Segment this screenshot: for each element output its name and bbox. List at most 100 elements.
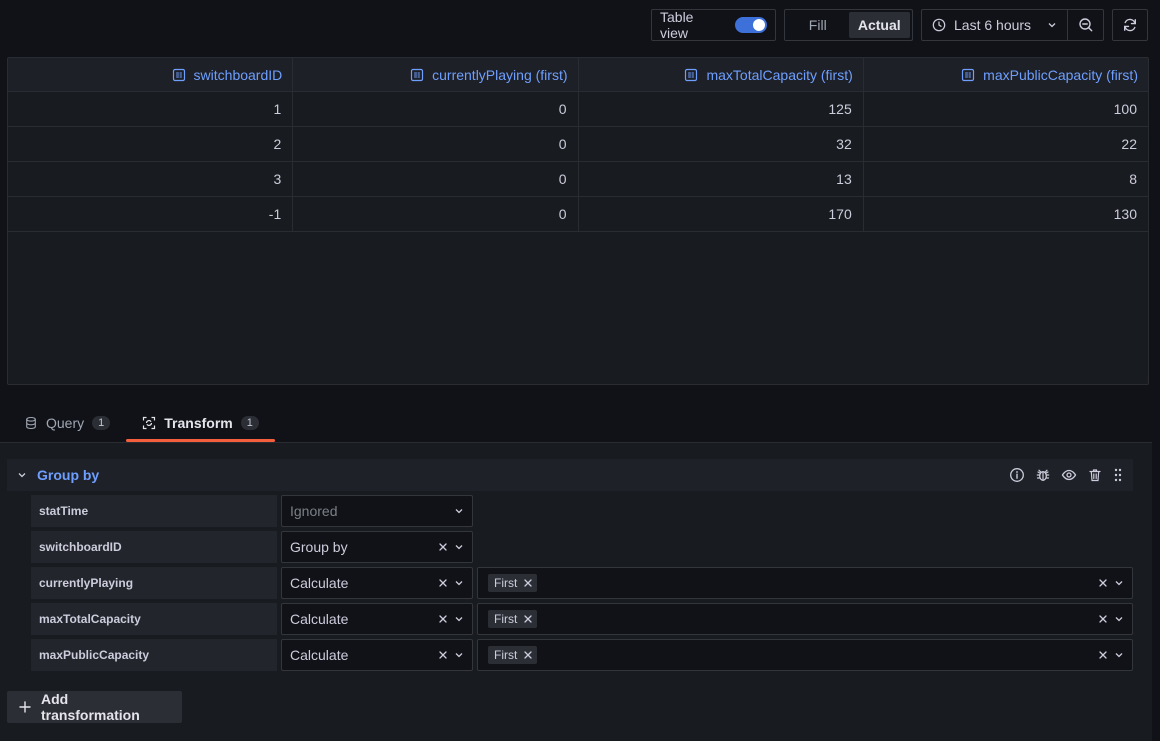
chevron-down-icon <box>1114 650 1124 660</box>
column-header[interactable]: maxPublicCapacity (first) <box>864 58 1148 91</box>
calculation-chip: First <box>488 646 538 664</box>
table-cell: 8 <box>1129 171 1137 187</box>
field-operation-value: Calculate <box>290 611 349 627</box>
group-by-field-row: statTime Ignored <box>31 495 473 527</box>
chevron-down-icon <box>454 578 464 588</box>
tab-count-badge: 1 <box>92 416 111 430</box>
group-by-field-row: switchboardID Group by <box>31 531 473 563</box>
column-header[interactable]: maxTotalCapacity (first) <box>579 58 864 91</box>
column-header-label: currentlyPlaying (first) <box>432 66 568 83</box>
transform-editor: Group by statTime Ignored switchboardID Gro… <box>0 443 1152 741</box>
table-cell: 100 <box>1113 101 1137 117</box>
clear-icon[interactable] <box>438 614 448 624</box>
table-view-label: Table view <box>660 9 694 41</box>
table-cell: 13 <box>579 162 864 196</box>
panel-toolbar: Table view Fill Actual Last 6 hours <box>651 9 1148 41</box>
tab-count-badge: 1 <box>240 416 259 430</box>
chevron-down-icon <box>454 542 464 552</box>
table-cell: 170 <box>579 197 864 231</box>
table-cell: 0 <box>293 197 579 231</box>
column-header[interactable]: switchboardID <box>8 58 294 91</box>
field-operation-value: Ignored <box>290 503 338 519</box>
field-table-icon <box>172 68 186 82</box>
add-transformation-button[interactable]: Add transformation <box>7 691 182 723</box>
field-operation-select[interactable]: Calculate <box>281 603 473 635</box>
group-by-field-row: currentlyPlaying Calculate First <box>31 567 1133 599</box>
column-header-label: switchboardID <box>193 66 283 83</box>
calculation-select[interactable]: First <box>477 603 1133 635</box>
editor-tabs: Query 1 Transform 1 <box>8 404 275 442</box>
add-transformation-label: Add transformation <box>41 691 140 723</box>
clear-icon[interactable] <box>1098 578 1108 588</box>
group-by-field-row: maxTotalCapacity Calculate First <box>31 603 1133 635</box>
clear-icon[interactable] <box>1098 614 1108 624</box>
table-row: 3 0 13 8 <box>8 162 1148 197</box>
zoom-out-button[interactable] <box>1067 10 1103 40</box>
plus-icon <box>19 701 31 713</box>
info-icon[interactable] <box>1009 467 1025 483</box>
field-name: statTime <box>31 495 277 527</box>
eye-icon[interactable] <box>1061 467 1077 483</box>
collapse-chevron-icon[interactable] <box>7 470 37 480</box>
transform-icon <box>142 416 156 430</box>
toggle-switch[interactable] <box>735 17 767 33</box>
calculation-chip: First <box>488 610 538 628</box>
field-operation-select[interactable]: Calculate <box>281 567 473 599</box>
tab-label: Transform <box>164 415 233 431</box>
table-cell: 1 <box>8 92 294 126</box>
table-body: 1 0 125 100 2 0 32 22 3 0 13 8 -1 0 170 130 <box>8 92 1148 232</box>
clock-icon <box>932 18 946 32</box>
group-by-header[interactable]: Group by <box>7 459 1133 491</box>
field-name: maxTotalCapacity <box>31 603 277 635</box>
field-operation-value: Calculate <box>290 647 349 663</box>
column-header-label: maxPublicCapacity (first) <box>983 66 1138 83</box>
bug-icon[interactable] <box>1035 467 1051 483</box>
chevron-down-icon <box>454 506 464 516</box>
clear-icon[interactable] <box>438 650 448 660</box>
field-name: maxPublicCapacity <box>31 639 277 671</box>
table-row: 1 0 125 100 <box>8 92 1148 127</box>
calculation-chip-label: First <box>494 648 518 662</box>
table-cell: 0 <box>293 162 579 196</box>
table-cell: 3 <box>8 162 294 196</box>
group-by-field-row: maxPublicCapacity Calculate First <box>31 639 1133 671</box>
remove-chip-icon[interactable] <box>523 614 533 624</box>
calculation-select[interactable]: First <box>477 639 1133 671</box>
field-operation-select[interactable]: Ignored <box>281 495 473 527</box>
remove-chip-icon[interactable] <box>523 578 533 588</box>
time-range-label: Last 6 hours <box>954 17 1032 33</box>
time-range-button[interactable]: Last 6 hours <box>922 10 1067 40</box>
table-view-toggle[interactable]: Table view <box>651 9 776 41</box>
trash-icon[interactable] <box>1087 467 1103 483</box>
calculation-chip-label: First <box>494 576 518 590</box>
field-operation-select[interactable]: Calculate <box>281 639 473 671</box>
database-icon <box>24 416 38 430</box>
field-operation-select[interactable]: Group by <box>281 531 473 563</box>
calculation-select[interactable]: First <box>477 567 1133 599</box>
table-cell: 130 <box>1113 206 1137 222</box>
column-header[interactable]: currentlyPlaying (first) <box>293 58 579 91</box>
clear-icon[interactable] <box>438 542 448 552</box>
table-header: switchboardID currentlyPlaying (first) max… <box>8 58 1148 92</box>
calculation-chip: First <box>488 574 538 592</box>
tab-label: Query <box>46 415 85 431</box>
field-table-icon <box>410 68 424 82</box>
table-cell: 32 <box>579 127 864 161</box>
clear-icon[interactable] <box>438 578 448 588</box>
remove-chip-icon[interactable] <box>523 650 533 660</box>
drag-handle-icon[interactable] <box>1113 467 1123 483</box>
field-name: switchboardID <box>31 531 277 563</box>
tab-query[interactable]: Query 1 <box>8 404 126 442</box>
fill-button[interactable]: Fill <box>787 12 849 38</box>
chevron-down-icon <box>454 614 464 624</box>
refresh-button[interactable] <box>1112 9 1148 41</box>
chevron-down-icon <box>1047 20 1057 30</box>
refresh-icon <box>1122 17 1138 33</box>
table-cell: 2 <box>8 127 294 161</box>
fill-actual-switch: Fill Actual <box>784 9 913 41</box>
tab-transform[interactable]: Transform 1 <box>126 404 275 442</box>
actual-button[interactable]: Actual <box>848 12 910 38</box>
field-operation-value: Group by <box>290 539 348 555</box>
table-cell: 125 <box>579 92 864 126</box>
clear-icon[interactable] <box>1098 650 1108 660</box>
